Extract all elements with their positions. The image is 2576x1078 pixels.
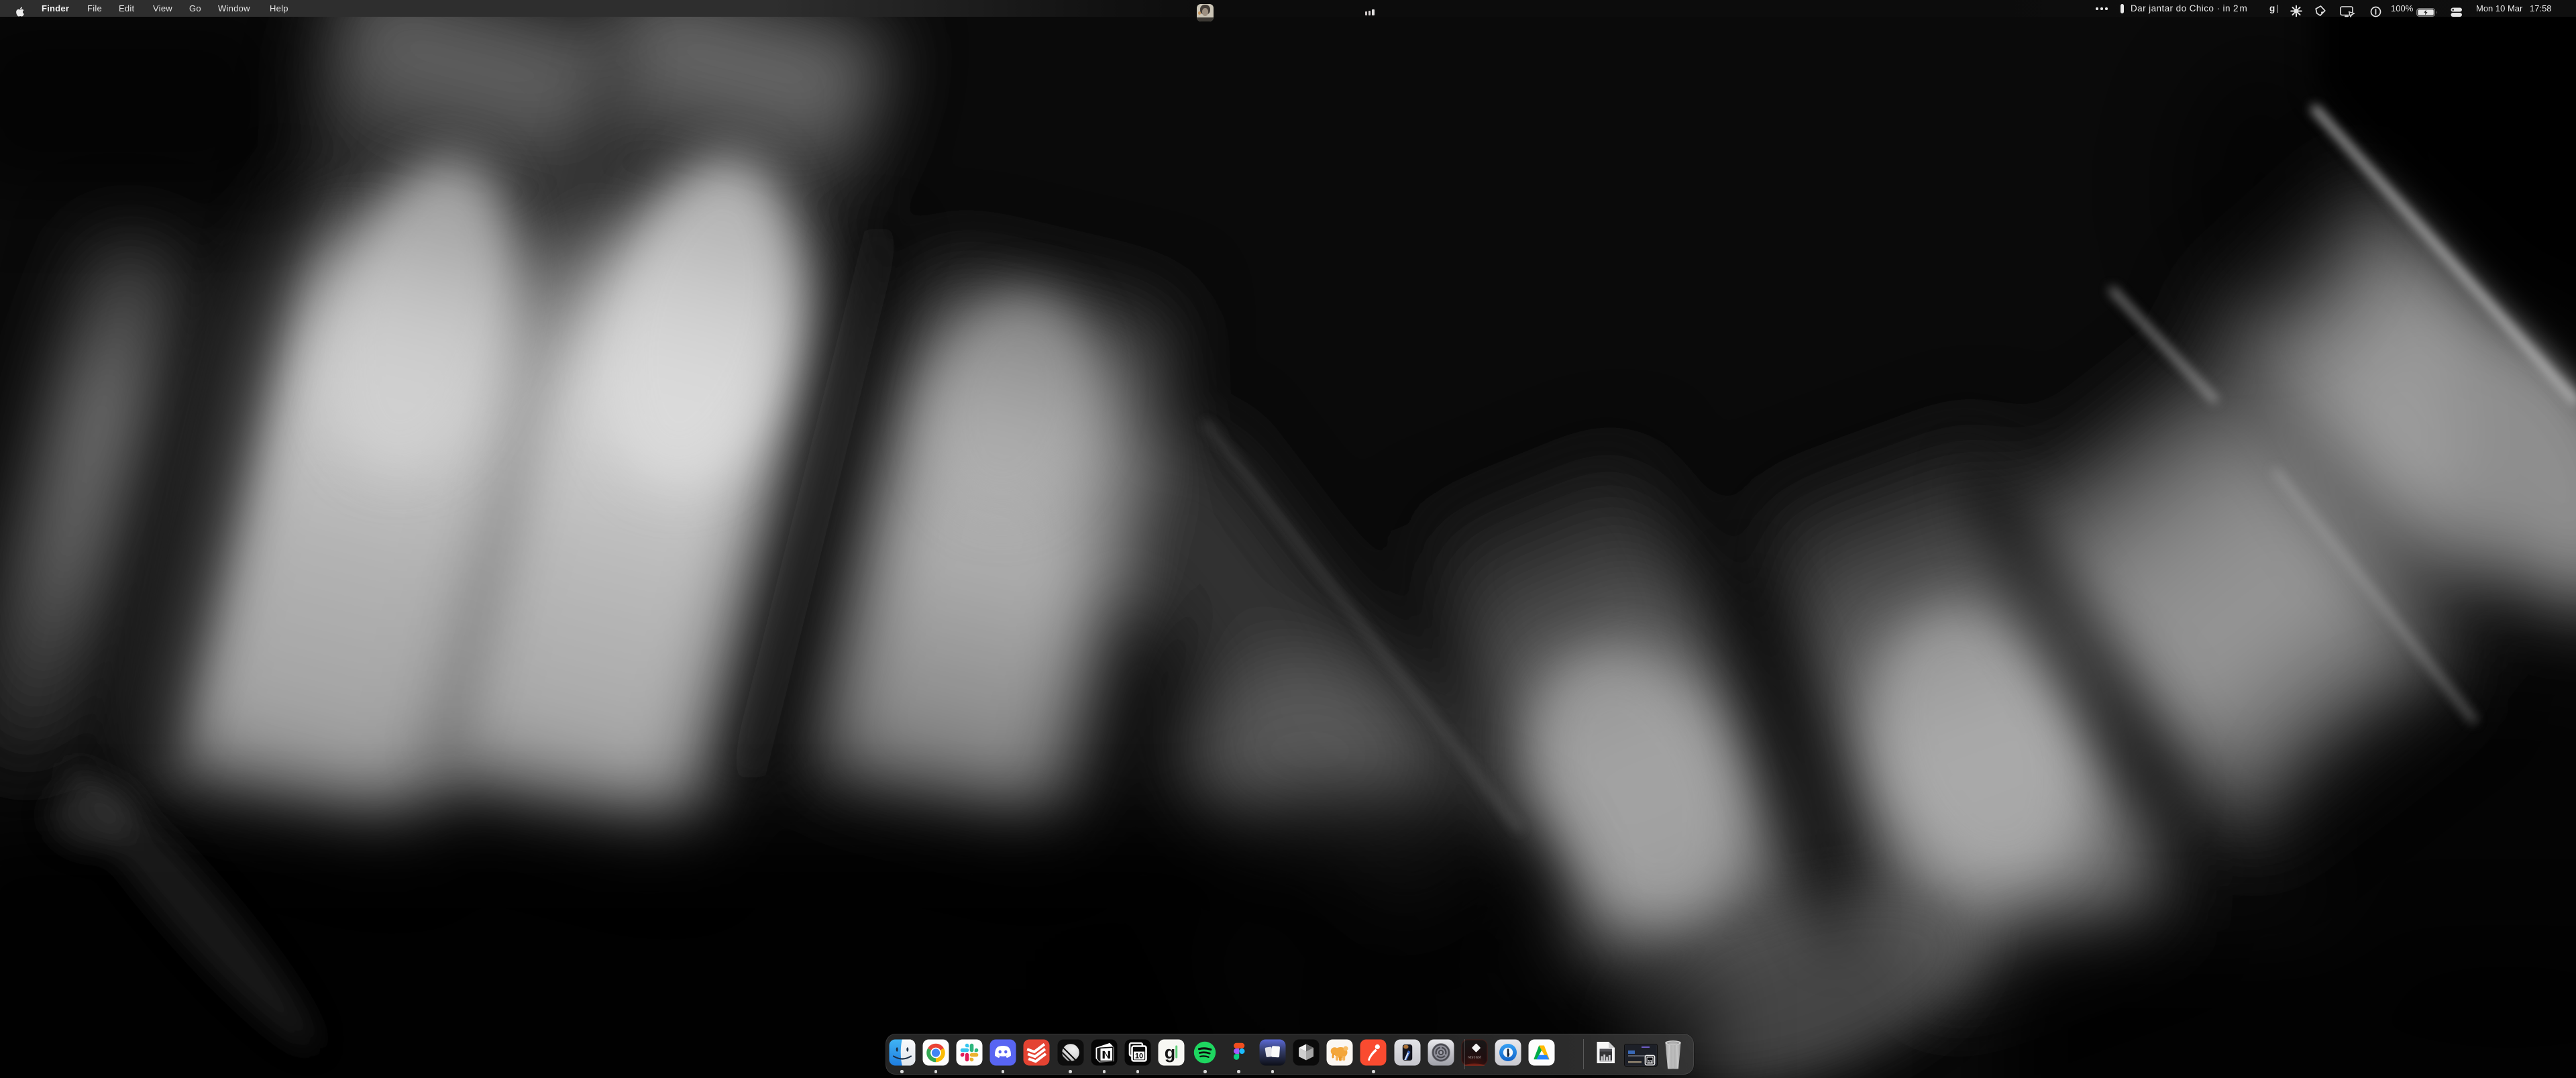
svg-text:10: 10 — [1135, 1053, 1143, 1061]
svg-text:raycast: raycast — [1468, 1056, 1481, 1060]
svg-text:11: 11 — [1648, 1060, 1652, 1065]
svg-text:g: g — [1165, 1042, 1176, 1063]
